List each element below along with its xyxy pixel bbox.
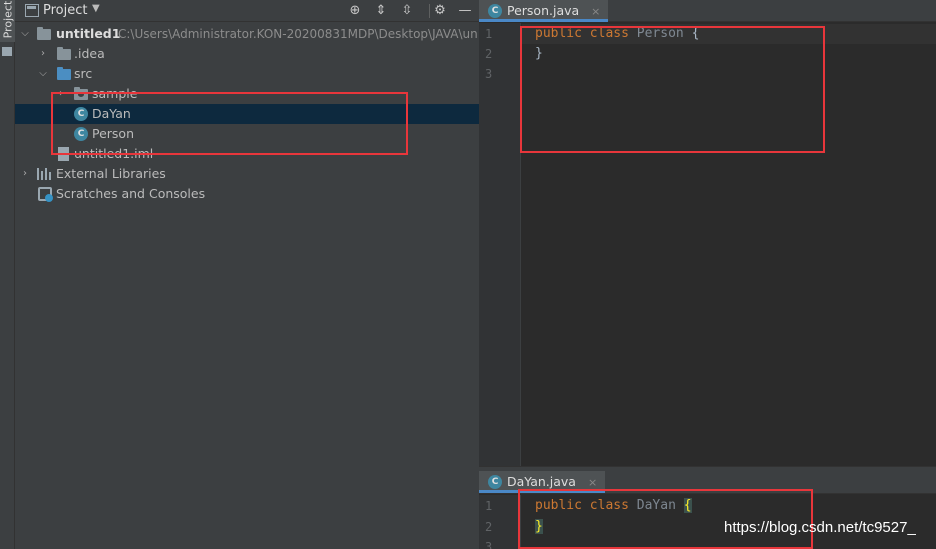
close-icon[interactable]: × — [591, 5, 600, 18]
watermark: https://blog.csdn.net/tc9527_ — [724, 519, 916, 536]
tree-item-label: .idea — [74, 46, 105, 61]
folder-icon — [57, 47, 71, 60]
line-number: 1 — [485, 499, 493, 513]
chevron-right-icon[interactable]: › — [19, 164, 31, 184]
line-number: 3 — [485, 540, 493, 549]
project-window-icon — [25, 4, 39, 17]
locate-icon[interactable]: ⊕ — [346, 2, 364, 20]
annotation-box-tree — [51, 92, 408, 155]
tab-label: Person.java — [507, 3, 580, 18]
tree-item-external-libraries[interactable]: › External Libraries — [15, 164, 479, 184]
chevron-down-icon[interactable]: ⌵ — [19, 24, 31, 44]
tree-item-untitled1[interactable]: ⌵ untitled1 C:\Users\Administrator.KON-2… — [15, 24, 479, 44]
line-number: 2 — [485, 520, 493, 534]
tree-item-scratches[interactable]: Scratches and Consoles — [15, 184, 479, 204]
library-icon — [37, 168, 53, 180]
scratches-icon — [38, 187, 53, 202]
java-class-icon: C — [488, 4, 502, 18]
line-number-gutter: 1 2 3 — [479, 495, 521, 549]
chevron-right-icon[interactable]: › — [37, 44, 49, 64]
project-path: C:\Users\Administrator.KON-20200831MDP\D… — [118, 27, 478, 41]
close-icon[interactable]: × — [588, 476, 597, 489]
project-tool-tab[interactable]: Project — [0, 0, 15, 42]
left-tool-strip: Project — [0, 0, 15, 549]
tab-person-java[interactable]: C Person.java × — [479, 0, 609, 22]
tree-item-label: untitled1 — [56, 26, 121, 41]
tree-item-idea[interactable]: › .idea — [15, 44, 479, 64]
minimize-icon[interactable]: — — [456, 2, 474, 20]
java-class-icon: C — [488, 475, 502, 489]
editor-tab-bar: C Person.java × — [479, 0, 936, 22]
line-number-gutter: 1 2 3 — [479, 23, 521, 466]
collapse-all-icon[interactable]: ⇳ — [398, 2, 416, 20]
folder-icon[interactable] — [2, 47, 12, 56]
expand-all-icon[interactable]: ⇕ — [372, 2, 390, 20]
tree-item-label: src — [74, 66, 93, 81]
source-folder-icon — [57, 67, 71, 80]
module-folder-icon — [37, 27, 51, 40]
tree-item-label: External Libraries — [56, 166, 166, 181]
project-view-selector[interactable]: Project — [43, 3, 87, 18]
annotation-box-person-code — [520, 26, 825, 153]
line-number: 2 — [485, 47, 493, 61]
tab-label: DaYan.java — [507, 474, 576, 489]
project-panel-header: Project ▼ ⊕ ⇕ ⇳ ⚙ — — [15, 0, 479, 22]
tree-item-src[interactable]: ⌵ src — [15, 64, 479, 84]
chevron-down-icon[interactable]: ⌵ — [37, 64, 49, 84]
project-panel: Project ▼ ⊕ ⇕ ⇳ ⚙ — ⌵ untitled1 C:\Users… — [15, 0, 479, 549]
chevron-down-icon[interactable]: ▼ — [92, 3, 100, 14]
toolbar-divider — [429, 4, 430, 18]
line-number: 1 — [485, 27, 493, 41]
line-number: 3 — [485, 67, 493, 81]
tree-item-label: Scratches and Consoles — [56, 186, 206, 201]
gear-icon[interactable]: ⚙ — [431, 2, 449, 20]
project-tool-tab-label: Project — [1, 0, 15, 39]
